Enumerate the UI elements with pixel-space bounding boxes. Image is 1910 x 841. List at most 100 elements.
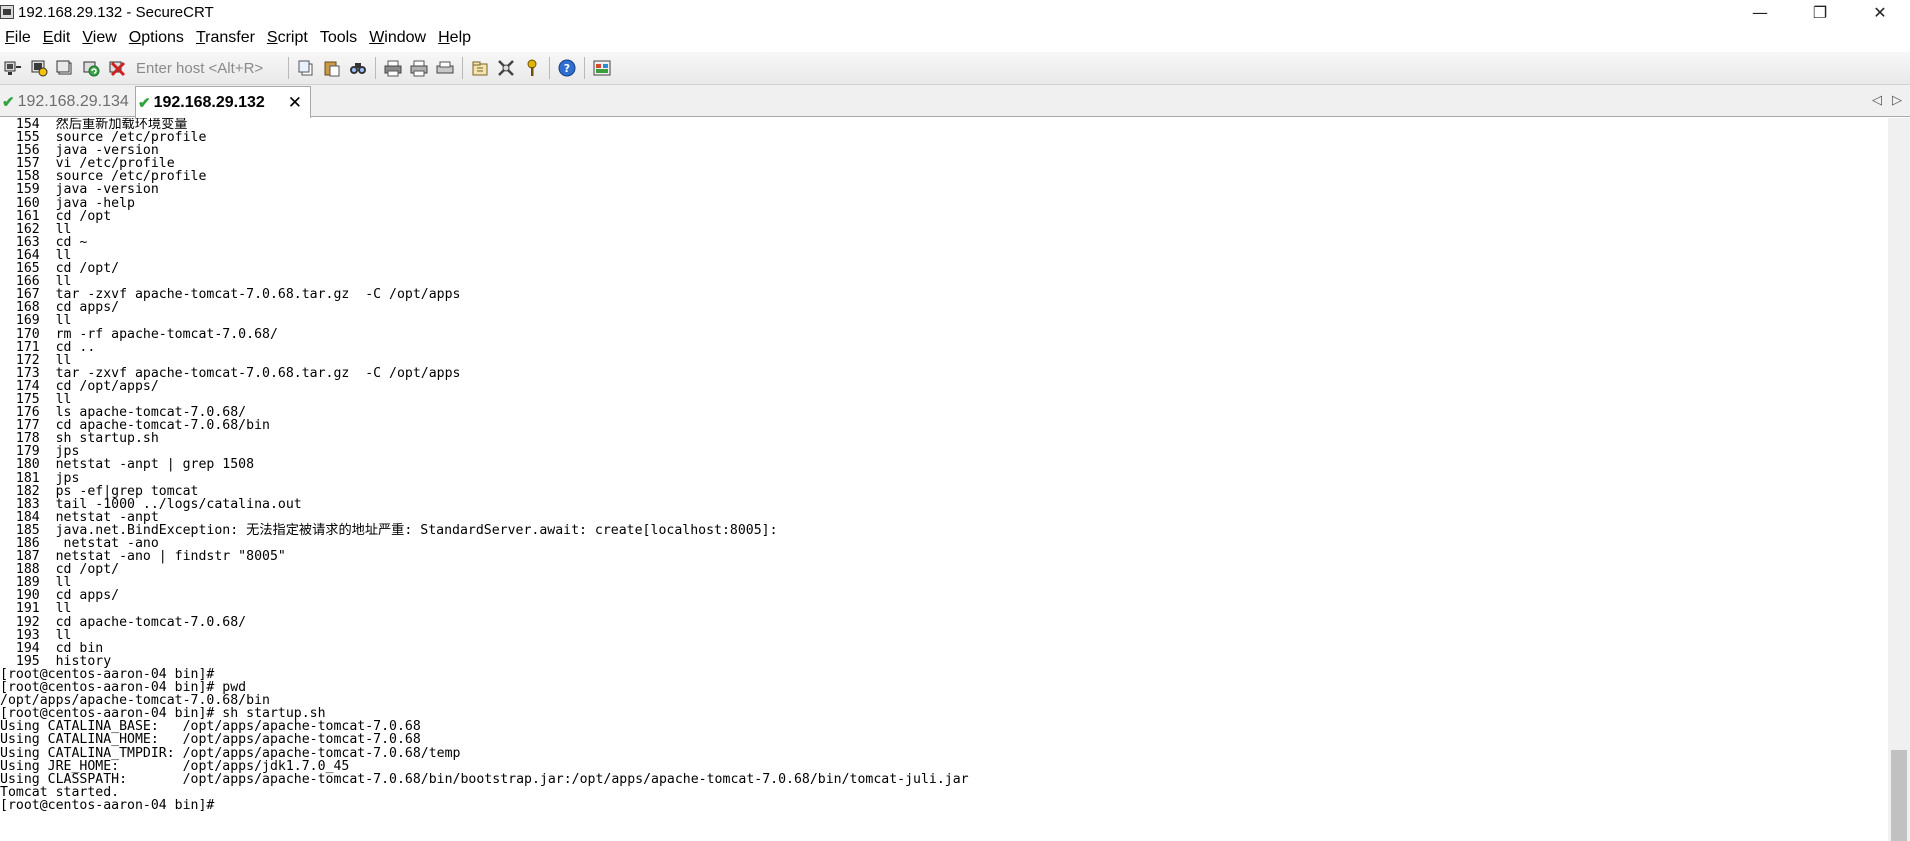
terminal-line: 176 ls apache-tomcat-7.0.68/ bbox=[0, 405, 247, 421]
maximize-button[interactable]: ❐ bbox=[1790, 0, 1850, 24]
terminal-line: 157 vi /etc/profile bbox=[0, 156, 175, 172]
connected-check-icon: ✔ bbox=[2, 93, 15, 111]
tab-label: 192.168.29.134 bbox=[17, 92, 129, 110]
toolbar-separator bbox=[584, 57, 585, 79]
terminal-line: 188 cd /opt/ bbox=[0, 562, 120, 578]
terminal-line: 182 ps -ef|grep tomcat bbox=[0, 483, 199, 499]
terminal-line: 168 cd apps/ bbox=[0, 300, 120, 316]
copy-icon[interactable] bbox=[296, 58, 316, 78]
terminal-line: 174 cd /opt/apps/ bbox=[0, 378, 159, 394]
tab-session-132[interactable]: ✔ 192.168.29.132 ✕ bbox=[135, 86, 311, 118]
terminal-line: Using JRE_HOME: /opt/apps/jdk1.7.0_45 bbox=[0, 758, 350, 774]
keymap-icon[interactable] bbox=[522, 58, 542, 78]
sftp-icon[interactable] bbox=[592, 58, 612, 78]
terminal-line: 158 source /etc/profile bbox=[0, 169, 207, 185]
host-input[interactable] bbox=[132, 57, 282, 79]
terminal-line: 193 ll bbox=[0, 627, 72, 643]
terminal-line: 190 cd apps/ bbox=[0, 588, 120, 604]
printer-setup-icon[interactable] bbox=[435, 58, 455, 78]
toolbar-separator bbox=[462, 57, 463, 79]
global-options-icon[interactable] bbox=[496, 58, 516, 78]
terminal-line: 191 ll bbox=[0, 601, 72, 617]
terminal-line: 160 java -help bbox=[0, 195, 135, 211]
help-icon[interactable]: ? bbox=[557, 58, 577, 78]
menu-options[interactable]: Options bbox=[123, 24, 190, 52]
tab-session-134[interactable]: ✔ 192.168.29.134 bbox=[0, 87, 132, 116]
connected-check-icon: ✔ bbox=[138, 94, 151, 112]
terminal-line: 167 tar -zxvf apache-tomcat-7.0.68.tar.g… bbox=[0, 287, 461, 303]
terminal-line: 162 ll bbox=[0, 221, 72, 237]
terminal-line: [root@centos-aaron-04 bin]# pwd bbox=[0, 680, 247, 696]
tab-scroll-right-icon[interactable]: ▷ bbox=[1892, 93, 1902, 108]
terminal-line: [root@centos-aaron-04 bin]# bbox=[0, 666, 215, 682]
toolbar: ? bbox=[0, 52, 1910, 85]
terminal-line: 161 cd /opt bbox=[0, 208, 112, 224]
window-controls: — ❐ ✕ bbox=[1730, 0, 1910, 24]
terminal-text: 154 然后重新加载环境变量 155 source /etc/profile 1… bbox=[0, 118, 1888, 812]
minimize-button[interactable]: — bbox=[1730, 0, 1790, 24]
menu-file[interactable]: File bbox=[0, 24, 37, 52]
terminal-line: 154 然后重新加载环境变量 bbox=[0, 118, 188, 132]
menu-edit[interactable]: Edit bbox=[37, 24, 77, 52]
menu-tools[interactable]: Tools bbox=[314, 24, 363, 52]
terminal-line: Using CATALINA_TMPDIR: /opt/apps/apache-… bbox=[0, 745, 461, 761]
close-tab-icon[interactable]: ✕ bbox=[288, 93, 302, 113]
terminal-line: 164 ll bbox=[0, 247, 72, 263]
terminal-line: 165 cd /opt/ bbox=[0, 261, 120, 277]
terminal-line: 192 cd apache-tomcat-7.0.68/ bbox=[0, 614, 247, 630]
toolbar-separator bbox=[288, 57, 289, 79]
menu-help[interactable]: Help bbox=[432, 24, 477, 52]
terminal-line: Using CATALINA_HOME: /opt/apps/apache-to… bbox=[0, 732, 421, 748]
menu-script[interactable]: Script bbox=[261, 24, 314, 52]
terminal-line: 173 tar -zxvf apache-tomcat-7.0.68.tar.g… bbox=[0, 365, 461, 381]
terminal-line: 159 java -version bbox=[0, 182, 159, 198]
terminal-line: 163 cd ~ bbox=[0, 234, 88, 250]
session-options-icon[interactable] bbox=[470, 58, 490, 78]
terminal-line: 179 jps bbox=[0, 444, 80, 460]
toolbar-separator bbox=[375, 57, 376, 79]
terminal-line: 183 tail -1000 ../logs/catalina.out bbox=[0, 496, 302, 512]
menu-transfer[interactable]: Transfer bbox=[190, 24, 261, 52]
terminal-line: 194 cd bin bbox=[0, 640, 104, 656]
menu-window[interactable]: Window bbox=[363, 24, 432, 52]
connect-icon[interactable] bbox=[3, 58, 23, 78]
close-window-button[interactable]: ✕ bbox=[1850, 0, 1910, 24]
terminal-line: 178 sh startup.sh bbox=[0, 431, 159, 447]
terminal-line: 195 history bbox=[0, 653, 112, 669]
tab-scroll-left-icon[interactable]: ◁ bbox=[1872, 93, 1882, 108]
find-icon[interactable] bbox=[348, 58, 368, 78]
svg-text:?: ? bbox=[564, 62, 570, 75]
terminal-output[interactable]: 154 然后重新加载环境变量 155 source /etc/profile 1… bbox=[0, 118, 1888, 841]
terminal-line: 185 java.net.BindException: 无法指定被请求的地址严重… bbox=[0, 522, 778, 538]
terminal-line: 169 ll bbox=[0, 313, 72, 329]
reconnect-icon[interactable] bbox=[81, 58, 101, 78]
scrollbar-thumb[interactable] bbox=[1891, 750, 1907, 841]
connect-in-tab-icon[interactable] bbox=[55, 58, 75, 78]
terminal-line: 184 netstat -anpt bbox=[0, 509, 159, 525]
terminal-line: Using CLASSPATH: /opt/apps/apache-tomcat… bbox=[0, 771, 969, 787]
terminal-line: 187 netstat -ano | findstr "8005" bbox=[0, 549, 286, 565]
print-selection-icon[interactable] bbox=[409, 58, 429, 78]
disconnect-icon[interactable] bbox=[107, 58, 127, 78]
terminal-line: 180 netstat -anpt | grep 1508 bbox=[0, 457, 255, 473]
menu-bar: File Edit View Options Transfer Script T… bbox=[0, 24, 1910, 52]
terminal-line: 170 rm -rf apache-tomcat-7.0.68/ bbox=[0, 326, 278, 342]
window-title: 192.168.29.132 - SecureCRT bbox=[18, 3, 214, 21]
tab-label: 192.168.29.132 bbox=[153, 93, 265, 111]
title-bar: 192.168.29.132 - SecureCRT — ❐ ✕ bbox=[0, 0, 1910, 24]
vertical-scrollbar[interactable] bbox=[1888, 118, 1910, 841]
terminal-line: 189 ll bbox=[0, 575, 72, 591]
terminal-line: 155 source /etc/profile bbox=[0, 130, 207, 146]
terminal-line: 156 java -version bbox=[0, 143, 159, 159]
terminal-line: 171 cd .. bbox=[0, 339, 96, 355]
securecrt-app-icon bbox=[0, 5, 14, 19]
terminal-line: 175 ll bbox=[0, 391, 72, 407]
print-icon[interactable] bbox=[383, 58, 403, 78]
terminal-line: 177 cd apache-tomcat-7.0.68/bin bbox=[0, 418, 270, 434]
terminal-line: [root@centos-aaron-04 bin]# bbox=[0, 797, 215, 813]
terminal-line: 181 jps bbox=[0, 470, 80, 486]
paste-icon[interactable] bbox=[322, 58, 342, 78]
terminal-line: Tomcat started. bbox=[0, 784, 120, 800]
quick-connect-icon[interactable] bbox=[29, 58, 49, 78]
menu-view[interactable]: View bbox=[76, 24, 122, 52]
